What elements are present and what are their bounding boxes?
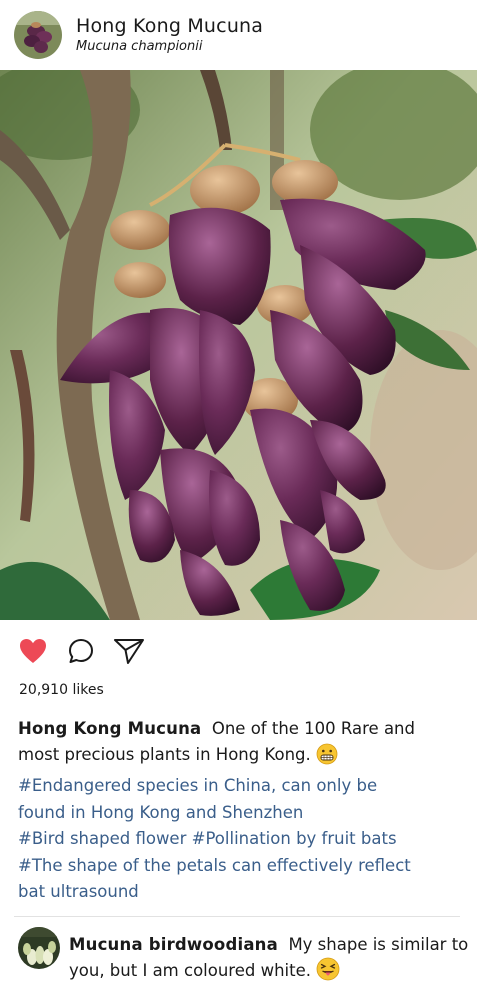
tongue-squint-face-emoji-icon [316, 957, 340, 988]
post-image[interactable] [0, 70, 477, 620]
mucuna-flower-avatar-icon [14, 11, 62, 59]
heart-icon [20, 639, 46, 663]
hashtag-line[interactable]: #Endangered species in China, can only b… [18, 773, 466, 800]
hashtag-line[interactable]: #Bird shaped flower #Pollination by frui… [18, 826, 466, 853]
comment-item: Mucuna birdwoodiana My shape is similar … [18, 925, 468, 985]
comment-button[interactable] [64, 634, 98, 668]
paper-plane-icon [114, 639, 144, 664]
hashtag-line[interactable]: bat ultrasound [18, 879, 466, 906]
post-caption: Hong Kong Mucuna One of the 100 Rare and… [18, 716, 458, 773]
caption-username[interactable]: Hong Kong Mucuna [18, 719, 201, 738]
likes-label: likes [72, 682, 104, 698]
likes-count[interactable]: 20,910 likes [19, 680, 104, 700]
like-button[interactable] [16, 634, 50, 668]
divider [14, 916, 460, 917]
likes-number: 20,910 [19, 682, 68, 698]
hashtag-line[interactable]: found in Hong Kong and Shenzhen [18, 800, 466, 827]
comment-bubble-icon [69, 639, 93, 663]
comment-body: Mucuna birdwoodiana My shape is similar … [69, 933, 469, 988]
account-subtitle: Mucuna championii [76, 39, 203, 54]
hashtag-line[interactable]: #The shape of the petals can effectively… [18, 853, 466, 880]
hashtag-block: #Endangered species in China, can only b… [18, 773, 466, 906]
account-avatar[interactable] [14, 11, 62, 59]
comment-username[interactable]: Mucuna birdwoodiana [69, 935, 278, 954]
mucuna-flower-photo [0, 70, 477, 620]
commenter-avatar[interactable] [18, 927, 60, 969]
share-button[interactable] [112, 634, 146, 668]
post-action-bar [0, 630, 477, 674]
post-header: Hong Kong Mucuna Mucuna championii [0, 0, 477, 70]
white-mucuna-avatar-icon [18, 927, 60, 969]
account-name[interactable]: Hong Kong Mucuna [76, 14, 263, 38]
grimacing-face-emoji-icon [316, 743, 338, 773]
